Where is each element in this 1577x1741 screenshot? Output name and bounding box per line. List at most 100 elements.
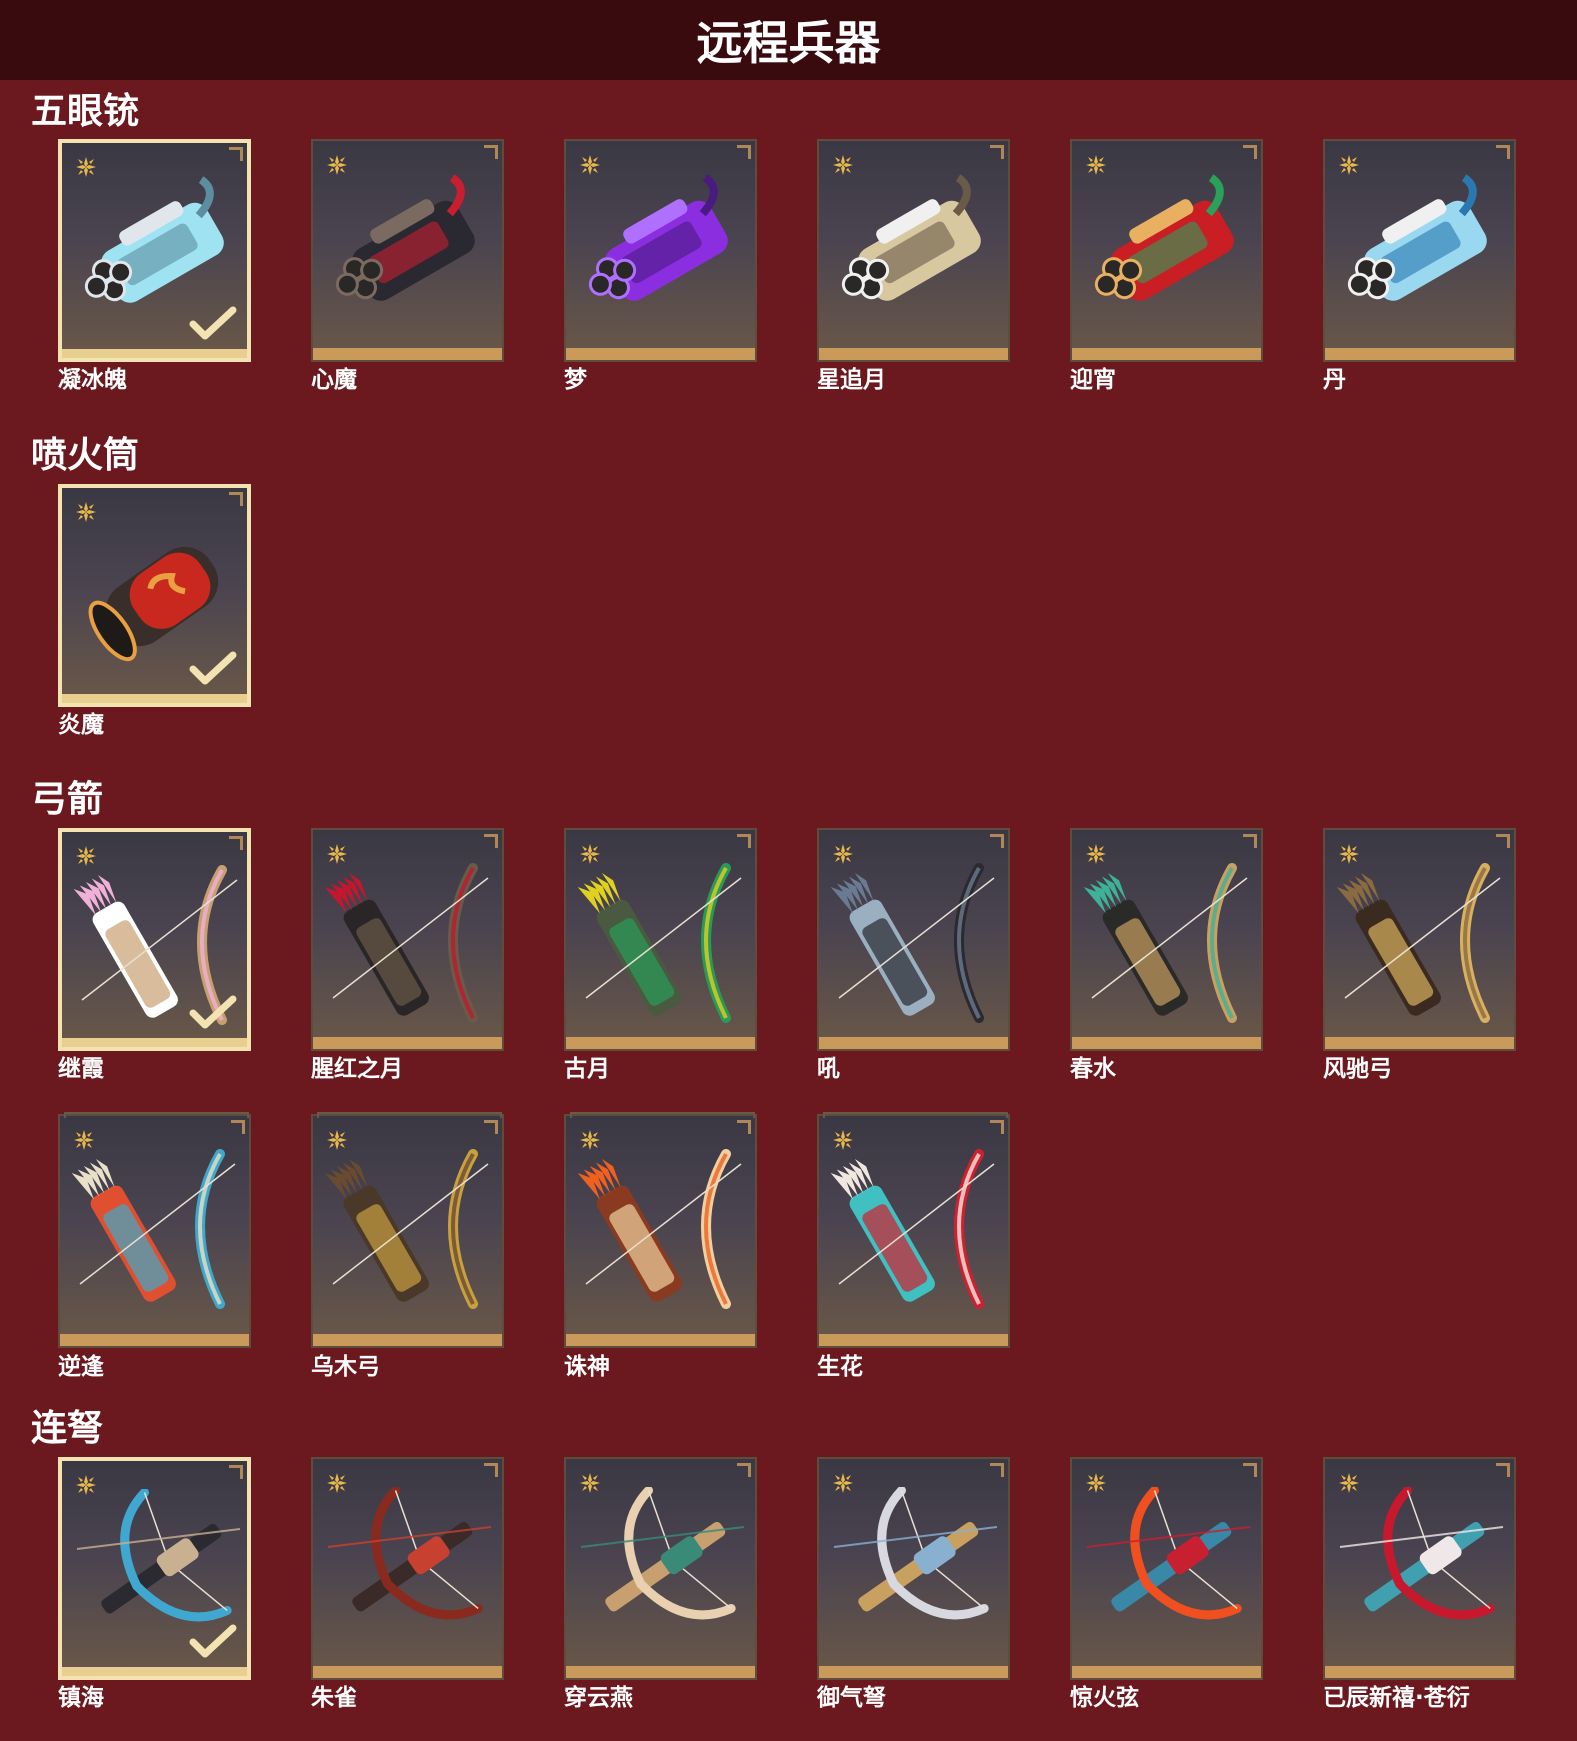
weapon-card-frame <box>311 1457 504 1680</box>
corner-tag-icon <box>1496 1463 1510 1477</box>
card-bottom-bar <box>566 1037 755 1049</box>
corner-tag-icon <box>990 145 1004 159</box>
weapon-card-frame <box>58 1457 251 1680</box>
card-bottom-bar <box>819 1037 1008 1049</box>
rarity-star-icon <box>74 1130 94 1150</box>
corner-tag-icon <box>1243 145 1257 159</box>
weapon-card[interactable]: 心魔 <box>311 139 504 393</box>
weapon-card[interactable]: 风驰弓 <box>1323 828 1516 1082</box>
weapon-name: 春水 <box>1070 1056 1116 1082</box>
weapon-card[interactable]: 穿云燕 <box>564 1457 757 1711</box>
demon-gatling-icon <box>335 174 475 301</box>
corner-tag-icon <box>737 1463 751 1477</box>
weapon-card[interactable]: 乌木弓 <box>311 1112 504 1380</box>
weapon-card-frame <box>311 139 504 362</box>
storm-bow-icon <box>830 863 995 1023</box>
rarity-star-icon <box>580 1473 600 1493</box>
card-bottom-bar <box>566 1334 755 1346</box>
red-gatling-icon <box>1094 174 1234 301</box>
rarity-star-icon <box>580 1130 600 1150</box>
silver-crossbow-icon <box>833 1487 998 1620</box>
weapon-name: 丹 <box>1323 367 1346 393</box>
card-bottom-bar <box>1072 1037 1261 1049</box>
crimson-bow-icon <box>324 863 489 1023</box>
weapon-card[interactable]: 星追月 <box>817 139 1010 393</box>
weapon-card[interactable]: 诛神 <box>564 1112 757 1380</box>
wind-bow-icon <box>1336 863 1501 1023</box>
card-bottom-bar <box>62 1667 247 1676</box>
weapon-card[interactable]: 逆逢 <box>58 1112 251 1380</box>
weapon-card-frame <box>1070 1457 1263 1680</box>
fire-bow-icon <box>577 1149 742 1309</box>
weapon-card-frame <box>564 828 757 1051</box>
corner-tag-icon <box>229 492 243 506</box>
weapon-name: 星追月 <box>817 367 886 393</box>
weapon-name: 腥红之月 <box>311 1056 403 1082</box>
corner-tag-icon <box>990 1463 1004 1477</box>
card-bottom-bar <box>1325 348 1514 360</box>
weapon-card[interactable]: 已辰新禧·苍衍 <box>1323 1457 1516 1711</box>
section-title: 五眼铳 <box>31 91 140 132</box>
rarity-star-icon <box>327 844 347 864</box>
corner-tag-icon <box>737 834 751 848</box>
rarity-star-icon <box>1086 844 1106 864</box>
corner-tag-icon <box>1243 1463 1257 1477</box>
corner-tag-icon <box>484 834 498 848</box>
weapon-card[interactable]: 迎宵 <box>1070 139 1263 393</box>
card-bottom-bar <box>313 1037 502 1049</box>
weapon-name: 已辰新禧·苍衍 <box>1323 1685 1470 1711</box>
owned-check-icon <box>189 1624 237 1658</box>
weapon-card[interactable]: 炎魔 <box>58 484 251 738</box>
card-bottom-bar <box>1072 1666 1261 1678</box>
rarity-star-icon <box>76 502 96 522</box>
weapon-card[interactable]: 古月 <box>564 828 757 1082</box>
weapon-card[interactable]: 丹 <box>1323 139 1516 393</box>
corner-tag-icon <box>990 834 1004 848</box>
weapon-name: 惊火弦 <box>1070 1685 1139 1711</box>
weapon-card-frame <box>311 828 504 1051</box>
weapon-card[interactable]: 凝冰魄 <box>58 139 251 393</box>
weapon-name: 镇海 <box>58 1685 104 1711</box>
weapon-name: 继霞 <box>58 1056 104 1082</box>
weapon-card[interactable]: 春水 <box>1070 828 1263 1082</box>
corner-tag-icon <box>229 1465 243 1479</box>
stack-edge <box>823 1112 1008 1118</box>
blossom-bow-icon <box>830 1149 995 1309</box>
weapon-name: 穿云燕 <box>564 1685 633 1711</box>
weapon-card[interactable]: 吼 <box>817 828 1010 1082</box>
weapon-card[interactable]: 御气弩 <box>817 1457 1010 1711</box>
corner-tag-icon <box>229 147 243 161</box>
weapon-card[interactable]: 朱雀 <box>311 1457 504 1711</box>
corner-tag-icon <box>737 145 751 159</box>
weapon-name: 御气弩 <box>817 1685 886 1711</box>
weapon-card[interactable]: 生花 <box>817 1112 1010 1380</box>
weapon-name: 乌木弓 <box>311 1354 380 1380</box>
card-bottom-bar <box>62 1038 247 1047</box>
weapon-name: 心魔 <box>311 367 357 393</box>
phoenix-bow-icon <box>71 1149 236 1309</box>
weapon-card[interactable]: 继霞 <box>58 828 251 1082</box>
stack-edge <box>570 1112 755 1118</box>
card-bottom-bar <box>566 348 755 360</box>
card-bottom-bar <box>1325 1666 1514 1678</box>
gold-gatling-icon <box>841 174 981 301</box>
weapon-card[interactable]: 镇海 <box>58 1457 251 1711</box>
section-title: 连弩 <box>31 1408 104 1449</box>
weapon-card[interactable]: 梦 <box>564 139 757 393</box>
weapon-name: 梦 <box>564 367 587 393</box>
weapon-card-frame <box>58 484 251 707</box>
rarity-star-icon <box>1086 155 1106 175</box>
dragon-crossbow-icon <box>1339 1487 1504 1620</box>
rarity-star-icon <box>1086 1473 1106 1493</box>
weapon-card-frame <box>311 1112 504 1348</box>
purple-gatling-icon <box>588 174 728 301</box>
weapon-card[interactable]: 腥红之月 <box>311 828 504 1082</box>
card-bottom-bar <box>819 1666 1008 1678</box>
jade-bow-icon <box>577 863 742 1023</box>
blue-gatling-icon <box>1347 174 1487 301</box>
weapon-name: 朱雀 <box>311 1685 357 1711</box>
section-title: 弓箭 <box>31 779 104 820</box>
weapon-card-frame <box>817 1112 1010 1348</box>
weapon-card[interactable]: 惊火弦 <box>1070 1457 1263 1711</box>
card-bottom-bar <box>1072 348 1261 360</box>
